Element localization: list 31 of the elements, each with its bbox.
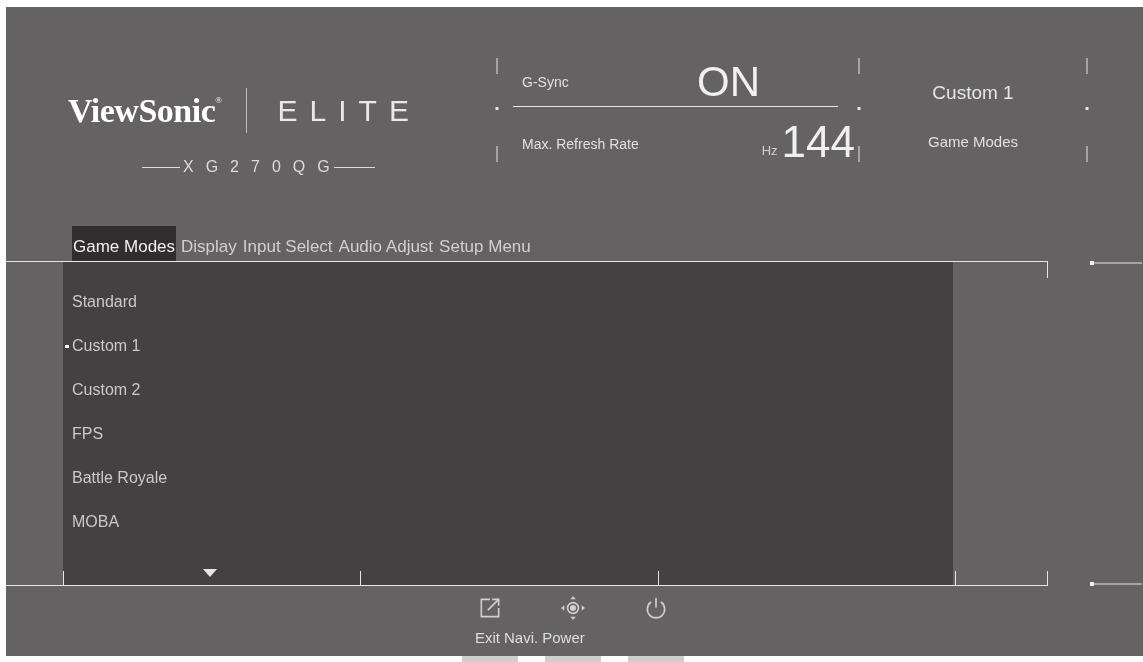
current-mode: Custom 1 bbox=[932, 82, 1014, 104]
mode-option[interactable]: Battle Royale bbox=[63, 456, 168, 500]
mode-option[interactable]: FPS bbox=[63, 412, 104, 456]
setting-label: Max. Refresh Rate bbox=[522, 135, 639, 153]
tick-marks bbox=[1090, 582, 1142, 586]
down-arrow-icon bbox=[203, 569, 217, 577]
key-label: Navi. bbox=[504, 629, 539, 647]
brand-logo: ViewSonic$^{®}$ bbox=[68, 90, 222, 131]
setting-value: ON bbox=[697, 61, 760, 103]
menu-tab[interactable]: Setup Menu bbox=[438, 226, 532, 261]
key-label: Power bbox=[542, 629, 585, 647]
setting-value: 144 bbox=[781, 125, 855, 159]
key-indicator bbox=[545, 656, 601, 662]
unit-label: Hz bbox=[761, 144, 778, 157]
mode-option[interactable]: MOBA bbox=[63, 500, 120, 544]
menu-tab[interactable]: Input Select bbox=[241, 226, 334, 261]
key-indicator bbox=[628, 656, 684, 662]
series-logo: ELITE bbox=[277, 95, 421, 126]
key-indicator bbox=[462, 656, 518, 662]
four-way-arrows-icon bbox=[560, 595, 586, 621]
setting-label: G-Sync bbox=[522, 73, 569, 91]
menu-tab[interactable]: Game Modes bbox=[72, 226, 177, 261]
menu-tab[interactable]: Display bbox=[180, 226, 238, 261]
key-label: Exit bbox=[475, 629, 500, 647]
model-name: XG270QG bbox=[183, 159, 342, 175]
tick-marks bbox=[1090, 261, 1142, 265]
menu-tab[interactable]: Audio Adjust bbox=[337, 226, 435, 261]
mode-option[interactable]: Custom 2 bbox=[63, 368, 141, 412]
mode-label: Game Modes bbox=[927, 132, 1018, 152]
mode-option[interactable]: Standard bbox=[63, 280, 137, 324]
mode-option[interactable]: Custom 1 bbox=[63, 324, 141, 368]
